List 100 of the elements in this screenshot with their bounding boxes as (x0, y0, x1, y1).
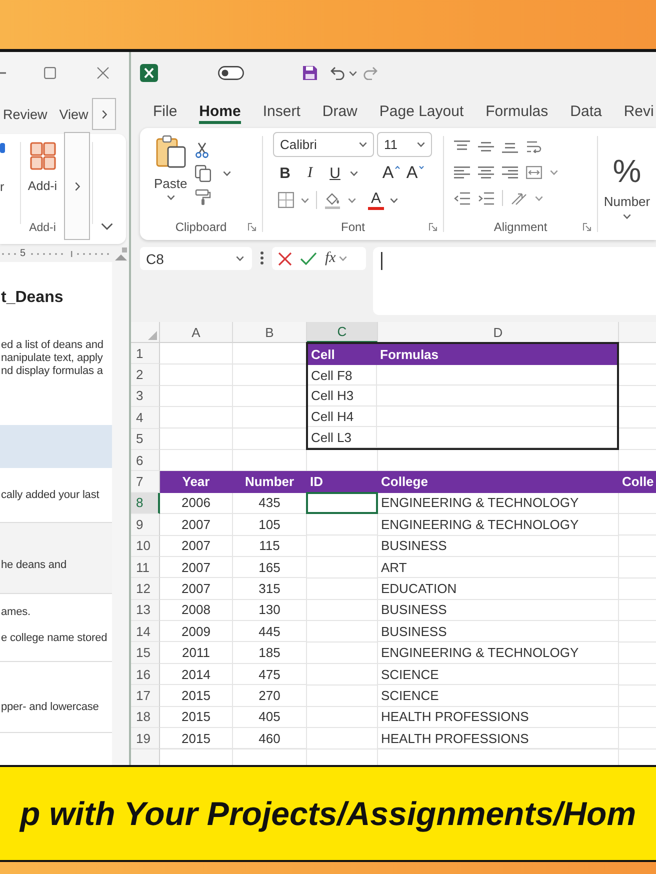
grid-icon (30, 142, 56, 170)
menu-tab[interactable]: Page Layout (368, 94, 475, 128)
font-size-select[interactable]: 11 (377, 132, 432, 157)
document-heading: t_Deans (1, 288, 64, 308)
dialog-launcher-icon[interactable] (248, 223, 256, 231)
instruction-text: ed a list of deans and nanipulate text, apply nd display formulas a (1, 338, 104, 378)
caret-down-icon (350, 170, 358, 176)
caret-down-icon (390, 198, 398, 202)
ruler-number: 5 (20, 248, 26, 260)
name-box[interactable]: C8 (140, 247, 252, 270)
font-name-select[interactable]: Calibri (273, 132, 374, 157)
table-cell-text: Cell F8 (310, 366, 354, 385)
paste-button[interactable]: Paste (154, 135, 188, 200)
increase-indent-icon[interactable] (478, 192, 494, 204)
formula-input[interactable] (373, 247, 656, 315)
table-cell-text: Cell L3 (310, 429, 352, 448)
maximize-icon[interactable] (44, 67, 56, 79)
column-header[interactable]: C (307, 322, 378, 343)
borders-icon[interactable] (278, 192, 294, 208)
menu-tab[interactable]: Formulas (474, 94, 560, 128)
menu-tab[interactable]: Data (559, 94, 613, 128)
table-header-cell: Number (233, 471, 307, 493)
ruler-ticks-drawing (0, 252, 18, 256)
table-header-cell: Colle (619, 471, 656, 493)
ribbon-tab[interactable]: View (59, 106, 88, 122)
caret-down-icon (166, 195, 175, 200)
instruction-step: pper- and lowercase (0, 662, 112, 733)
caret-down-icon (535, 196, 543, 200)
number-format-button[interactable]: % Number (598, 150, 656, 218)
caret-down-icon (338, 256, 347, 261)
toggle-switch-icon[interactable] (218, 66, 244, 80)
table-header-cell: College (378, 471, 619, 493)
minimize-icon[interactable] (0, 72, 6, 74)
table-header-cell: Cell (308, 344, 377, 365)
caret-down-icon (301, 198, 309, 202)
caret-down-icon (550, 170, 558, 174)
align-center-icon[interactable] (478, 166, 494, 178)
menu-tab[interactable]: Draw (311, 94, 368, 128)
table-cell-text: Cell H3 (310, 387, 355, 406)
dialog-launcher-icon[interactable] (429, 223, 437, 231)
caret-up-icon (394, 166, 400, 169)
close-icon[interactable] (97, 67, 109, 79)
table-header-cell: Formulas (377, 344, 617, 365)
italic-button[interactable]: I (297, 162, 323, 184)
font-color-button[interactable]: A (368, 190, 384, 210)
active-cell[interactable] (306, 492, 378, 514)
insert-function-button[interactable]: fx (325, 250, 347, 267)
row-header[interactable]: 8 (131, 492, 160, 514)
group-label: Add-i (29, 221, 56, 236)
align-right-icon[interactable] (502, 166, 518, 178)
collapse-ribbon-button[interactable] (101, 223, 113, 230)
underline-button[interactable]: U (323, 162, 347, 184)
middle-align-icon[interactable] (478, 140, 494, 152)
format-painter-icon[interactable] (195, 189, 212, 205)
table-cell-text: Cell H4 (310, 408, 355, 426)
redo-icon[interactable] (362, 66, 378, 80)
chevron-right-icon (74, 182, 80, 190)
menu-tab[interactable]: File (142, 94, 188, 128)
paste-icon (156, 135, 186, 168)
indent-marker-icon[interactable] (114, 247, 128, 261)
merge-cells-icon[interactable] (526, 166, 542, 178)
ribbon-button[interactable]: Add-i (28, 142, 58, 194)
caret-down-icon (623, 214, 631, 218)
ribbon-tab[interactable]: Review (3, 106, 48, 122)
menu-tab[interactable]: Revi (612, 94, 656, 128)
group-label: Clipboard (175, 220, 227, 234)
instruction-step: he deans and (0, 523, 112, 594)
grow-font-button[interactable]: A (379, 162, 403, 184)
caret-down-icon (359, 142, 367, 147)
caret-down-icon (418, 166, 424, 169)
shrink-font-button[interactable]: A (403, 162, 427, 184)
text-orientation-icon[interactable] (511, 192, 527, 204)
copy-icon[interactable] (195, 165, 212, 182)
enter-icon[interactable] (300, 252, 317, 265)
more-options-icon[interactable] (260, 251, 264, 265)
chevron-right-icon (102, 110, 106, 118)
row-header[interactable]: 10 (131, 536, 160, 557)
group-label: Alignment (494, 220, 548, 234)
undo-icon[interactable] (330, 66, 346, 80)
caret-down-icon (348, 198, 356, 202)
fill-color-icon[interactable] (324, 192, 341, 208)
banner-text: p with Your Projects/Assignments/Hom (20, 794, 636, 832)
caret-down-icon (223, 171, 232, 176)
align-left-icon[interactable] (454, 166, 470, 178)
decrease-indent-icon[interactable] (454, 192, 470, 204)
ribbon-button[interactable]: r (0, 142, 5, 195)
cancel-icon[interactable] (278, 252, 292, 266)
excel-logo-icon[interactable] (140, 64, 158, 82)
save-icon[interactable] (302, 65, 318, 81)
table-header-cell: Year (160, 471, 233, 493)
top-align-icon[interactable] (454, 140, 470, 152)
bold-button[interactable]: B (273, 162, 297, 184)
instruction-step: ames. e college name stored (0, 594, 112, 662)
dialog-launcher-icon[interactable] (583, 223, 591, 231)
row-header[interactable]: 5 (131, 428, 160, 450)
menu-tab[interactable]: Insert (252, 94, 312, 128)
wrap-text-icon[interactable] (526, 140, 542, 152)
caret-down-icon (349, 70, 357, 76)
caret-down-icon (417, 142, 425, 147)
cut-icon[interactable] (195, 142, 210, 158)
